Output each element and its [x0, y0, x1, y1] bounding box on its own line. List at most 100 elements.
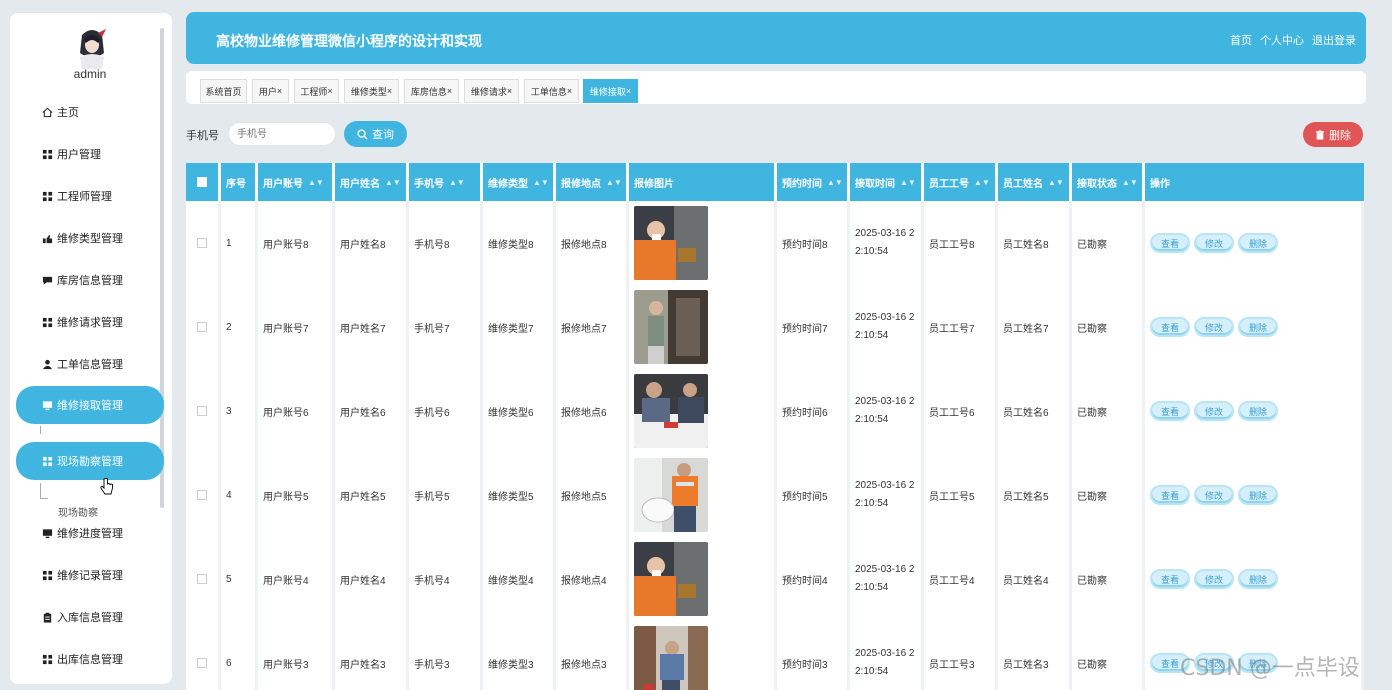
home-link[interactable]: 首页: [1230, 32, 1252, 48]
view-button[interactable]: 查看: [1150, 569, 1191, 589]
header-label: 操作: [1150, 178, 1170, 190]
sidebar-item-work-orders[interactable]: 工单信息管理: [16, 345, 164, 383]
cell-type: 维修类型5: [483, 453, 556, 537]
tab-repair-accept[interactable]: 维修接取 ×: [583, 79, 638, 103]
tab-work-orders[interactable]: 工单信息 ×: [524, 79, 579, 103]
close-icon[interactable]: ×: [277, 86, 282, 96]
edit-button[interactable]: 修改: [1194, 401, 1235, 421]
cell-appt: 预约时间3: [777, 621, 850, 690]
view-button[interactable]: 查看: [1150, 401, 1191, 421]
tab-users[interactable]: 用户 ×: [252, 79, 289, 103]
header-account[interactable]: 用户账号 ▲▼: [258, 163, 335, 201]
cell-emp_no: 员工工号5: [924, 453, 998, 537]
checkbox[interactable]: [197, 322, 207, 332]
header-name[interactable]: 用户姓名 ▲▼: [335, 163, 409, 201]
tab-repair-requests[interactable]: 维修请求 ×: [464, 79, 519, 103]
repair-photo[interactable]: [634, 626, 708, 690]
sort-icon[interactable]: ▲▼: [974, 178, 990, 187]
header-phone[interactable]: 手机号 ▲▼: [409, 163, 483, 201]
sidebar-item-home[interactable]: 主页: [16, 93, 164, 131]
search-button[interactable]: 查询: [344, 121, 407, 147]
delete-row-button[interactable]: 删除: [1238, 569, 1279, 589]
sort-icon[interactable]: ▲▼: [308, 178, 324, 187]
repair-photo[interactable]: [634, 290, 708, 364]
header-label: 接取状态: [1077, 178, 1117, 190]
header-emp-no[interactable]: 员工工号 ▲▼: [924, 163, 998, 201]
tab-engineers[interactable]: 工程师 ×: [294, 79, 339, 103]
sort-icon[interactable]: ▲▼: [900, 178, 916, 187]
checkbox[interactable]: [197, 406, 207, 416]
logout-link[interactable]: 退出登录: [1312, 32, 1356, 48]
avatar[interactable]: [72, 27, 112, 71]
close-icon[interactable]: ×: [387, 86, 392, 96]
view-button[interactable]: 查看: [1150, 233, 1191, 253]
close-icon[interactable]: ×: [327, 86, 332, 96]
sort-icon[interactable]: ▲▼: [827, 178, 843, 187]
header-accept-time[interactable]: 接取时间 ▲▼: [850, 163, 924, 201]
sidebar-item-site-survey[interactable]: 现场勘察管理: [16, 442, 164, 480]
sidebar-item-repair-types[interactable]: 维修类型管理: [16, 219, 164, 257]
cell-name: 用户姓名5: [335, 453, 409, 537]
cell-emp_name: 员工姓名7: [998, 285, 1072, 369]
sidebar-item-engineers[interactable]: 工程师管理: [16, 177, 164, 215]
sidebar-item-repair-requests[interactable]: 维修请求管理: [16, 303, 164, 341]
header-emp-name[interactable]: 员工姓名 ▲▼: [998, 163, 1072, 201]
cell-type: 维修类型8: [483, 201, 556, 285]
tab-warehouse[interactable]: 库房信息 ×: [404, 79, 459, 103]
delete-row-button[interactable]: 删除: [1238, 485, 1279, 505]
chat-icon: [42, 276, 53, 285]
sidebar-item-repair-records[interactable]: 维修记录管理: [16, 556, 164, 594]
close-icon[interactable]: ×: [507, 86, 512, 96]
edit-button[interactable]: 修改: [1194, 233, 1235, 253]
sidebar-item-users[interactable]: 用户管理: [16, 135, 164, 173]
edit-button[interactable]: 修改: [1194, 485, 1235, 505]
sidebar-item-warehouse[interactable]: 库房信息管理: [16, 261, 164, 299]
view-button[interactable]: 查看: [1150, 485, 1191, 505]
table-header: 序号 用户账号 ▲▼ 用户姓名 ▲▼ 手机号 ▲▼ 维修类型 ▲▼ 报修地点 ▲▼ 报修图…: [186, 163, 1364, 201]
repair-photo[interactable]: [634, 542, 708, 616]
checkbox[interactable]: [197, 238, 207, 248]
close-icon[interactable]: ×: [567, 86, 572, 96]
checkbox[interactable]: [197, 490, 207, 500]
tab-repair-types[interactable]: 维修类型 ×: [344, 79, 399, 103]
sidebar-item-repair-progress[interactable]: 维修进度管理: [16, 514, 164, 552]
edit-button[interactable]: 修改: [1194, 569, 1235, 589]
cell-time: 2025-03-16 2 2:10:54: [850, 621, 924, 690]
cell-status: 已勘察: [1072, 621, 1145, 690]
sort-icon[interactable]: ▲▼: [606, 178, 622, 187]
close-icon[interactable]: ×: [447, 86, 452, 96]
sidebar-item-inbound[interactable]: 入库信息管理: [16, 598, 164, 636]
header-repair-type[interactable]: 维修类型 ▲▼: [483, 163, 556, 201]
delete-row-button[interactable]: 删除: [1238, 233, 1279, 253]
header-status[interactable]: 接取状态 ▲▼: [1072, 163, 1145, 201]
sort-icon[interactable]: ▲▼: [385, 178, 401, 187]
checkbox[interactable]: [197, 574, 207, 584]
sort-icon[interactable]: ▲▼: [449, 178, 465, 187]
profile-link[interactable]: 个人中心: [1260, 32, 1304, 48]
header-location[interactable]: 报修地点 ▲▼: [556, 163, 629, 201]
sidebar-item-label: 入库信息管理: [57, 612, 123, 624]
table-row: 4 用户账号5 用户姓名5 手机号5 维修类型5 报修地点5 预约时间5 2025-03-16…: [186, 453, 1364, 537]
sidebar-item-repair-accept[interactable]: 维修接取管理: [16, 386, 164, 424]
batch-delete-button[interactable]: 删除: [1303, 122, 1363, 147]
header-appointment[interactable]: 预约时间 ▲▼: [777, 163, 850, 201]
edit-button[interactable]: 修改: [1194, 317, 1235, 337]
sort-icon[interactable]: ▲▼: [1048, 178, 1064, 187]
tab-dashboard[interactable]: 系统首页: [200, 79, 247, 103]
repair-photo[interactable]: [634, 206, 708, 280]
photo-cell: [629, 285, 777, 369]
header-select-all[interactable]: [186, 163, 221, 201]
sort-icon[interactable]: ▲▼: [533, 178, 549, 187]
close-icon[interactable]: ×: [626, 86, 631, 96]
sidebar-item-outbound[interactable]: 出库信息管理: [16, 640, 164, 678]
search-input[interactable]: [228, 122, 336, 146]
delete-row-button[interactable]: 删除: [1238, 317, 1279, 337]
view-button[interactable]: 查看: [1150, 317, 1191, 337]
tab-label: 工程师: [300, 86, 328, 97]
checkbox[interactable]: [197, 658, 207, 668]
sort-icon[interactable]: ▲▼: [1122, 178, 1138, 187]
delete-row-button[interactable]: 删除: [1238, 401, 1279, 421]
repair-photo[interactable]: [634, 458, 708, 532]
repair-photo[interactable]: [634, 374, 708, 448]
checkbox[interactable]: [197, 177, 207, 187]
